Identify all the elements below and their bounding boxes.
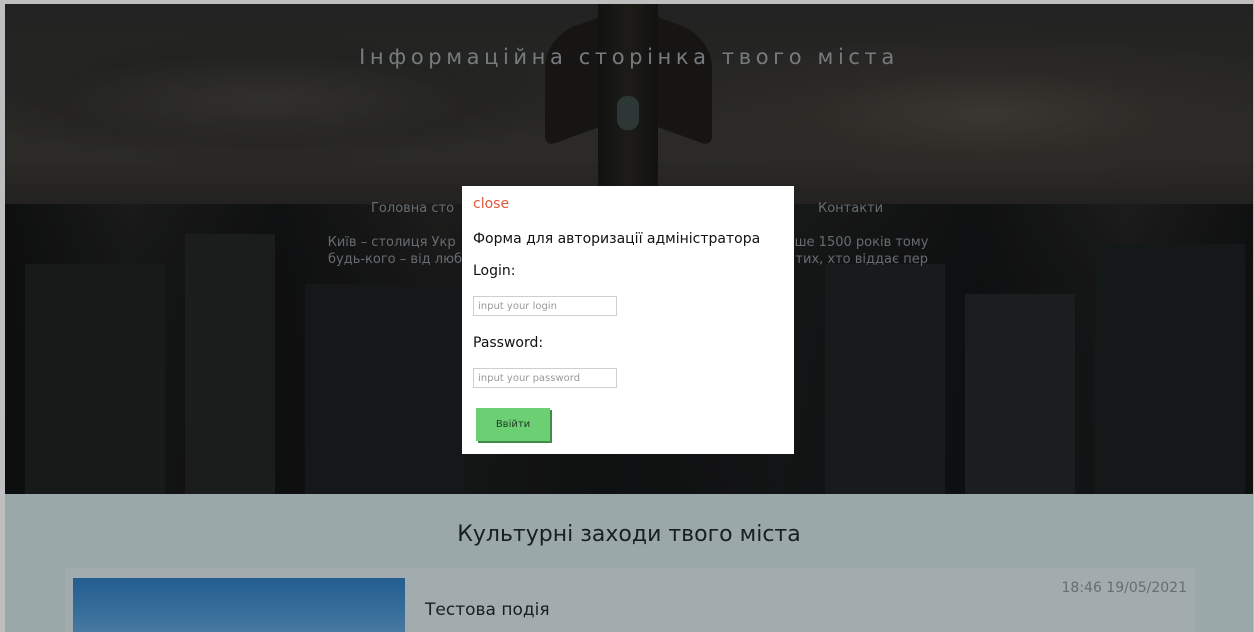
close-link[interactable]: close — [473, 196, 509, 212]
password-input[interactable] — [473, 368, 617, 388]
admin-login-modal: close Форма для авторизації адміністрато… — [462, 186, 794, 454]
login-submit-button[interactable]: Ввійти — [476, 408, 550, 441]
login-label: Login: — [473, 263, 516, 279]
login-input[interactable] — [473, 296, 617, 316]
form-title: Форма для авторизації адміністратора — [473, 231, 761, 247]
password-label: Password: — [473, 335, 544, 351]
